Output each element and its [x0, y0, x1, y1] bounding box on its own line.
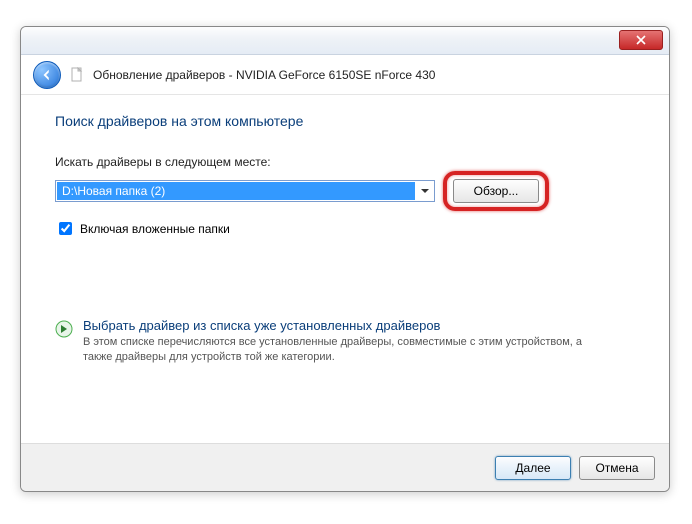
browse-highlight: Обзор...	[445, 173, 547, 209]
pick-from-list-option[interactable]: Выбрать драйвер из списка уже установлен…	[55, 318, 635, 365]
close-button[interactable]	[619, 30, 663, 50]
cancel-button[interactable]: Отмена	[579, 456, 655, 480]
document-icon	[69, 67, 85, 83]
titlebar	[21, 27, 669, 55]
option-description: В этом списке перечисляются все установл…	[83, 335, 593, 365]
include-subfolders-label: Включая вложенные папки	[80, 222, 230, 236]
option-text: Выбрать драйвер из списка уже установлен…	[83, 318, 593, 365]
page-heading: Поиск драйверов на этом компьютере	[55, 113, 635, 129]
next-button[interactable]: Далее	[495, 456, 571, 480]
dialog-window: Обновление драйверов - NVIDIA GeForce 61…	[20, 26, 670, 492]
back-button[interactable]	[33, 61, 61, 89]
annotation-ring	[443, 171, 549, 211]
path-row: D:\Новая папка (2) Обзор...	[55, 173, 635, 209]
option-title: Выбрать драйвер из списка уже установлен…	[83, 318, 593, 333]
include-subfolders-checkbox[interactable]	[59, 222, 72, 235]
path-combobox[interactable]: D:\Новая папка (2)	[55, 180, 435, 202]
chevron-down-icon	[421, 187, 429, 195]
arrow-left-icon	[40, 68, 54, 82]
header-row: Обновление драйверов - NVIDIA GeForce 61…	[21, 55, 669, 95]
content-area: Поиск драйверов на этом компьютере Искат…	[21, 95, 669, 443]
dialog-footer: Далее Отмена	[21, 443, 669, 491]
path-label: Искать драйверы в следующем месте:	[55, 155, 635, 169]
window-title: Обновление драйверов - NVIDIA GeForce 61…	[93, 68, 435, 82]
arrow-right-icon	[55, 320, 73, 338]
combobox-arrow[interactable]	[416, 187, 434, 195]
subfolders-row: Включая вложенные папки	[55, 219, 635, 238]
close-icon	[636, 35, 646, 45]
path-value: D:\Новая папка (2)	[57, 182, 415, 200]
